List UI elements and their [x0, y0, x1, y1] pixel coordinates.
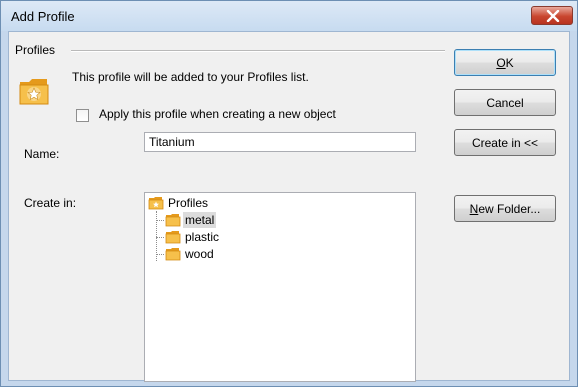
window-title: Add Profile [11, 9, 75, 24]
create-in-label: Create in: [24, 196, 77, 210]
add-profile-dialog: Add Profile Profiles This profile will b… [0, 0, 578, 387]
tree-item-label: Profiles [168, 196, 209, 210]
folder-icon [165, 214, 181, 227]
tree-connector [156, 237, 164, 238]
open-folder-icon [148, 197, 164, 210]
folder-tree[interactable]: Profiles metal plastic wood [144, 192, 416, 382]
close-icon [546, 10, 560, 22]
tree-item-label: wood [185, 247, 214, 261]
cancel-button[interactable]: Cancel [454, 89, 556, 116]
tree-item-label: plastic [185, 230, 220, 244]
folder-icon [165, 231, 181, 244]
profile-star-icon [19, 79, 49, 105]
folder-icon [165, 248, 181, 261]
tree-connector [156, 254, 164, 255]
profile-description: This profile will be added to your Profi… [72, 70, 309, 84]
name-label: Name: [24, 147, 60, 161]
new-folder-accelerator: N [469, 201, 479, 216]
name-input[interactable] [144, 132, 416, 152]
dialog-body: Profiles This profile will be added to y… [8, 31, 570, 382]
profiles-group-label: Profiles [15, 43, 56, 57]
apply-profile-label[interactable]: Apply this profile when creating a new o… [99, 107, 336, 121]
ok-button[interactable]: OK [454, 49, 556, 76]
tree-connector [156, 220, 164, 221]
new-folder-button[interactable]: New Folder... [454, 195, 556, 222]
apply-profile-checkbox[interactable] [76, 109, 89, 122]
create-in-toggle-button[interactable]: Create in << [454, 129, 556, 156]
title-bar[interactable]: Add Profile [1, 1, 577, 31]
close-button[interactable] [531, 6, 573, 25]
new-folder-label: ew Folder... [478, 201, 541, 216]
group-divider [71, 50, 445, 52]
ok-label: K [505, 55, 514, 70]
ok-accelerator: O [496, 55, 506, 70]
tree-item-label: metal [183, 212, 217, 228]
